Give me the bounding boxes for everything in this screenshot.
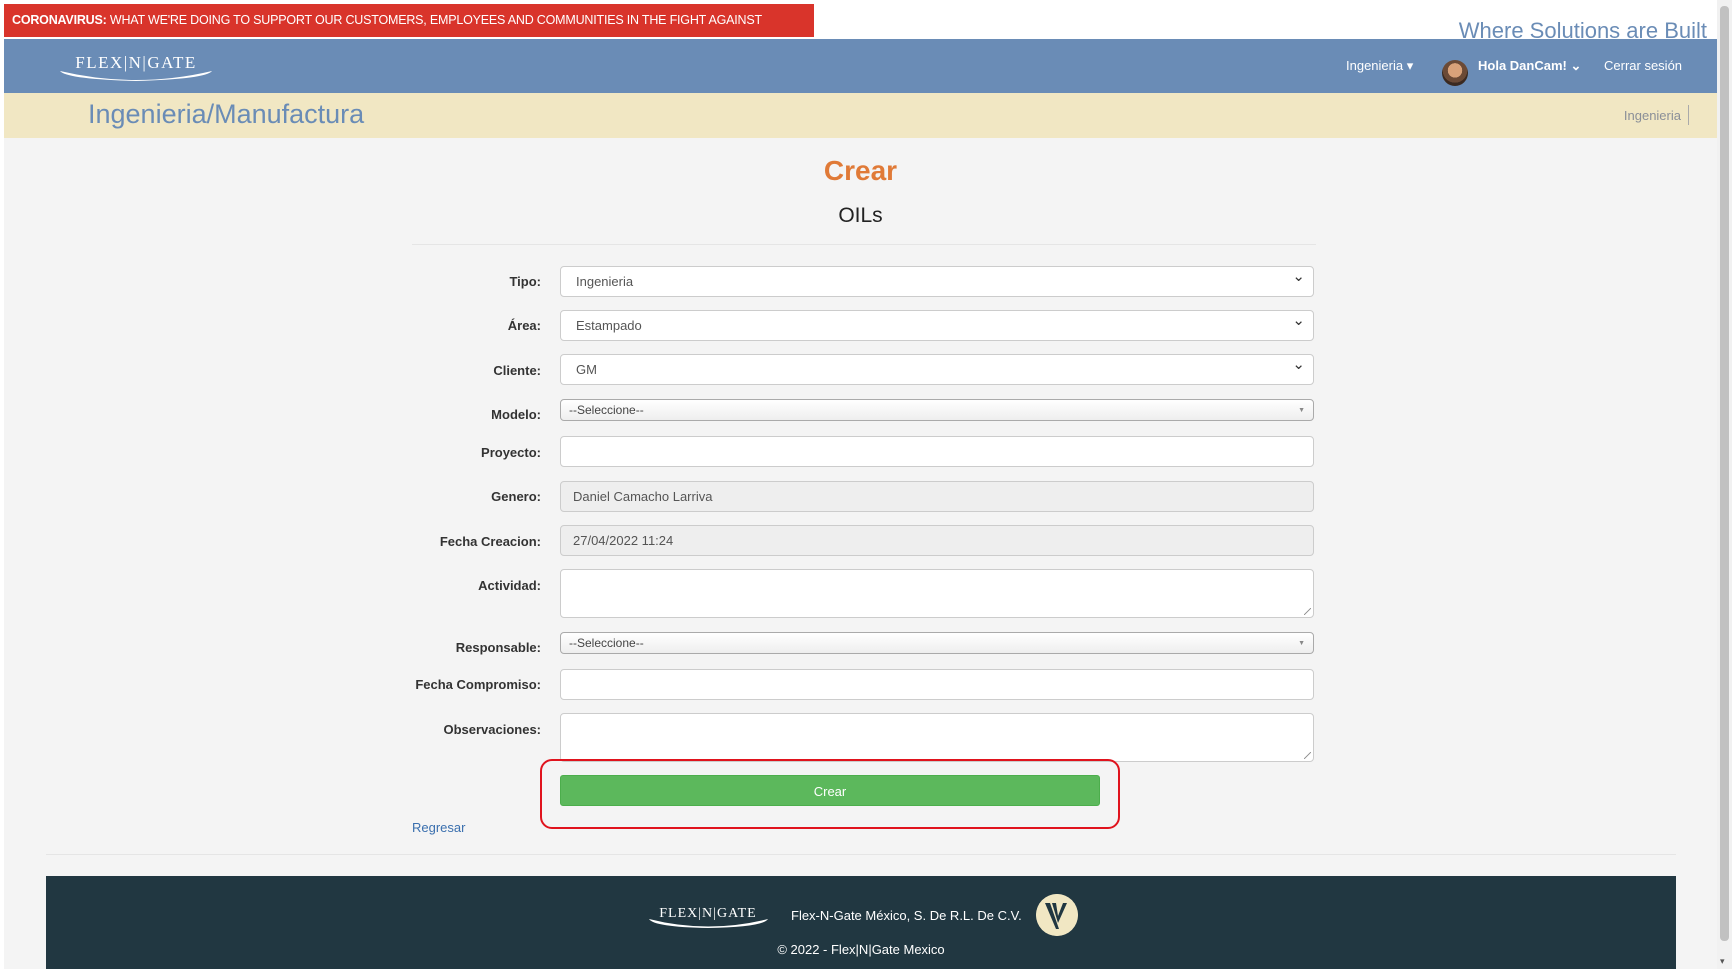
modelo-label: Modelo: [491,407,541,422]
scrollbar-thumb[interactable] [1720,6,1729,941]
form-heading: Crear [823,155,898,186]
page: CORONAVIRUS: WHAT WE'RE DOING TO SUPPORT… [4,0,1717,969]
modelo-select[interactable]: --Seleccione-- [560,399,1314,421]
form-subheading: OILs [838,204,883,227]
fecha-creacion-label: Fecha Creacion: [439,534,541,549]
logout-link[interactable]: Cerrar sesión [1604,39,1682,93]
breadcrumb-divider [1688,105,1689,125]
proyecto-label: Proyecto: [481,445,541,460]
footer-copyright: © 2022 - Flex|N|Gate Mexico [777,942,945,957]
fecha-compromiso-input[interactable] [560,669,1314,700]
scroll-down-icon[interactable]: ▾ [1720,956,1725,967]
breadcrumb[interactable]: Ingenieria [1624,108,1681,123]
top-strip: CORONAVIRUS: WHAT WE'RE DOING TO SUPPORT… [4,0,1717,60]
logo-text: FLEX|N|GATE [75,53,197,72]
covid-banner-prefix: CORONAVIRUS: [12,13,107,27]
footer-divider [46,854,1676,855]
tipo-select-value: Ingenieria [576,274,634,289]
observaciones-label: Observaciones: [443,722,541,737]
cliente-select-value: GM [576,362,597,377]
fecha-compromiso-label: Fecha Compromiso: [415,677,541,692]
genero-field: Daniel Camacho Larriva [560,481,1314,512]
divider [412,244,1316,245]
crear-button[interactable]: Crear [560,775,1100,806]
footer-company: Flex-N-Gate México, S. De R.L. De C.V. [791,908,1022,923]
modelo-select-value: --Seleccione-- [569,403,644,417]
actividad-textarea[interactable] [560,569,1314,618]
footer-logo-text: FLEX|N|GATE [659,906,757,921]
user-menu[interactable]: Hola DanCam! ⌄ [1444,39,1581,93]
flexngate-logo[interactable]: FLEX|N|GATE [56,49,216,83]
ingenieria-menu[interactable]: Ingenieria ▾ [1346,39,1413,93]
subheader: Ingenieria/Manufactura Ingenieria [4,93,1717,138]
fecha-creacion-field: 27/04/2022 11:24 [560,525,1314,556]
vertical-scrollbar[interactable]: ▾ [1717,0,1732,969]
observaciones-textarea[interactable] [560,713,1314,762]
covid-banner[interactable]: CORONAVIRUS: WHAT WE'RE DOING TO SUPPORT… [4,4,814,60]
tipo-select[interactable]: Ingenieria [560,262,1314,297]
user-menu-label: Hola DanCam! ⌄ [1478,58,1582,73]
responsable-label: Responsable: [455,640,541,655]
responsable-select[interactable]: --Seleccione-- [560,632,1314,654]
area-select[interactable]: Estampado [560,306,1314,341]
cliente-select[interactable]: GM [560,350,1314,385]
area-select-value: Estampado [576,318,642,333]
footer-flexngate-logo: FLEX|N|GATE [649,906,768,928]
actividad-label: Actividad: [478,578,541,593]
genero-label: Genero: [491,489,541,504]
page-title: Ingenieria/Manufactura [88,99,365,129]
v-emblem-icon [1036,894,1078,936]
responsable-select-value: --Seleccione-- [569,636,644,650]
cliente-label: Cliente: [493,363,541,378]
tipo-label: Tipo: [509,274,541,289]
navbar: FLEX|N|GATE Ingenieria ▾ Hola DanCam! ⌄ … [4,39,1717,93]
area-label: Área: [507,318,541,333]
footer: FLEX|N|GATE Flex-N-Gate México, S. De R.… [46,876,1676,969]
regresar-link[interactable]: Regresar [412,820,465,835]
proyecto-input[interactable] [560,436,1314,467]
